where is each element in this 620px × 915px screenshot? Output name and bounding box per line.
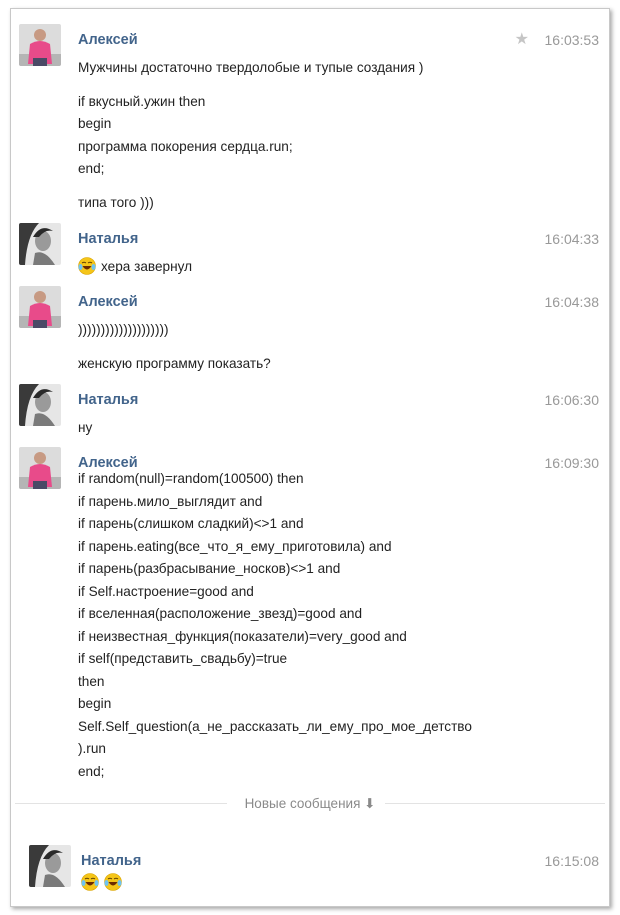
message-time[interactable]: 16:09:30 bbox=[545, 454, 600, 472]
text-line: if парень.eating(все_что_я_ему_приготови… bbox=[78, 538, 392, 554]
text-line: begin bbox=[78, 116, 112, 131]
laughing-tears-emoji bbox=[104, 873, 122, 891]
author-name[interactable]: Наталья bbox=[78, 391, 138, 409]
text-line: Мужчины достаточно твердолобые и тупые с… bbox=[78, 60, 424, 75]
message-text: ну bbox=[78, 417, 548, 440]
text-line: end; bbox=[78, 763, 105, 779]
text-line: Self.Self_question(а_не_рассказать_ли_ем… bbox=[78, 718, 472, 734]
message-time[interactable]: 16:04:38 bbox=[545, 293, 600, 311]
author-name[interactable]: Алексей bbox=[78, 293, 138, 311]
laughing-tears-emoji bbox=[81, 873, 99, 891]
new-messages-label: Новые сообщения ⬇ bbox=[244, 796, 376, 811]
text-line: if парень(слишком сладкий)<>1 and bbox=[78, 516, 304, 531]
emoji-line bbox=[81, 872, 551, 895]
chat-window: Алексей ★ 16:03:53 Мужчины достаточно тв… bbox=[10, 8, 610, 907]
text-line: then bbox=[78, 673, 105, 689]
new-messages-divider: Новые сообщения ⬇ bbox=[11, 794, 609, 814]
text-line: if Self.настроение=good and bbox=[78, 583, 254, 599]
text-line: ).run bbox=[78, 741, 106, 756]
text-line: if random(null)=random(100500) then bbox=[78, 471, 304, 486]
text-line: end; bbox=[78, 161, 105, 176]
message-time[interactable]: 16:03:53 bbox=[545, 31, 600, 49]
author-name[interactable]: Наталья bbox=[78, 230, 138, 248]
text-line: if self(представить_свадьбу)=true bbox=[78, 651, 288, 666]
message-time[interactable]: 16:06:30 bbox=[545, 391, 600, 409]
message-text: )))))))))))))))))))) женскую программу п… bbox=[78, 319, 548, 375]
man-pink-shirt-avatar[interactable] bbox=[19, 447, 61, 489]
text-line: if вкусный.ужин then bbox=[78, 93, 206, 109]
message-time[interactable]: 16:15:08 bbox=[545, 852, 600, 870]
text-line: if неизвестная_функция(показатели)=very_… bbox=[78, 628, 407, 644]
text-line: хера завернул bbox=[78, 256, 548, 279]
text-line: ну bbox=[78, 420, 93, 435]
text-line: begin bbox=[78, 696, 112, 711]
text-line: женскую программу показать? bbox=[78, 355, 271, 371]
woman-portrait-avatar[interactable] bbox=[19, 384, 61, 426]
man-pink-shirt-avatar[interactable] bbox=[19, 24, 61, 66]
text-line: типа того ))) bbox=[78, 194, 154, 210]
laughing-tears-emoji bbox=[78, 257, 96, 275]
star-icon[interactable]: ★ bbox=[515, 32, 529, 48]
text-line: if парень(разбрасывание_носков)<>1 and bbox=[78, 561, 341, 576]
author-name[interactable]: Алексей bbox=[78, 31, 138, 49]
woman-portrait-avatar[interactable] bbox=[29, 845, 71, 887]
message-text: if random(null)=random(100500) then if п… bbox=[78, 468, 548, 783]
message-time[interactable]: 16:04:33 bbox=[545, 230, 600, 248]
message-text-span: хера завернул bbox=[101, 259, 193, 274]
text-line: if парень.мило_выглядит and bbox=[78, 493, 263, 509]
text-line: )))))))))))))))))))) bbox=[78, 322, 169, 337]
text-line: программа покорения сердца.run; bbox=[78, 138, 293, 154]
message-text: Мужчины достаточно твердолобые и тупые с… bbox=[78, 57, 548, 214]
author-name[interactable]: Наталья bbox=[81, 852, 141, 870]
woman-portrait-avatar[interactable] bbox=[19, 223, 61, 265]
message-text bbox=[81, 872, 551, 895]
text-line: if вселенная(расположение_звезд)=good an… bbox=[78, 606, 363, 621]
man-pink-shirt-avatar[interactable] bbox=[19, 286, 61, 328]
message-text: хера завернул bbox=[78, 256, 548, 279]
